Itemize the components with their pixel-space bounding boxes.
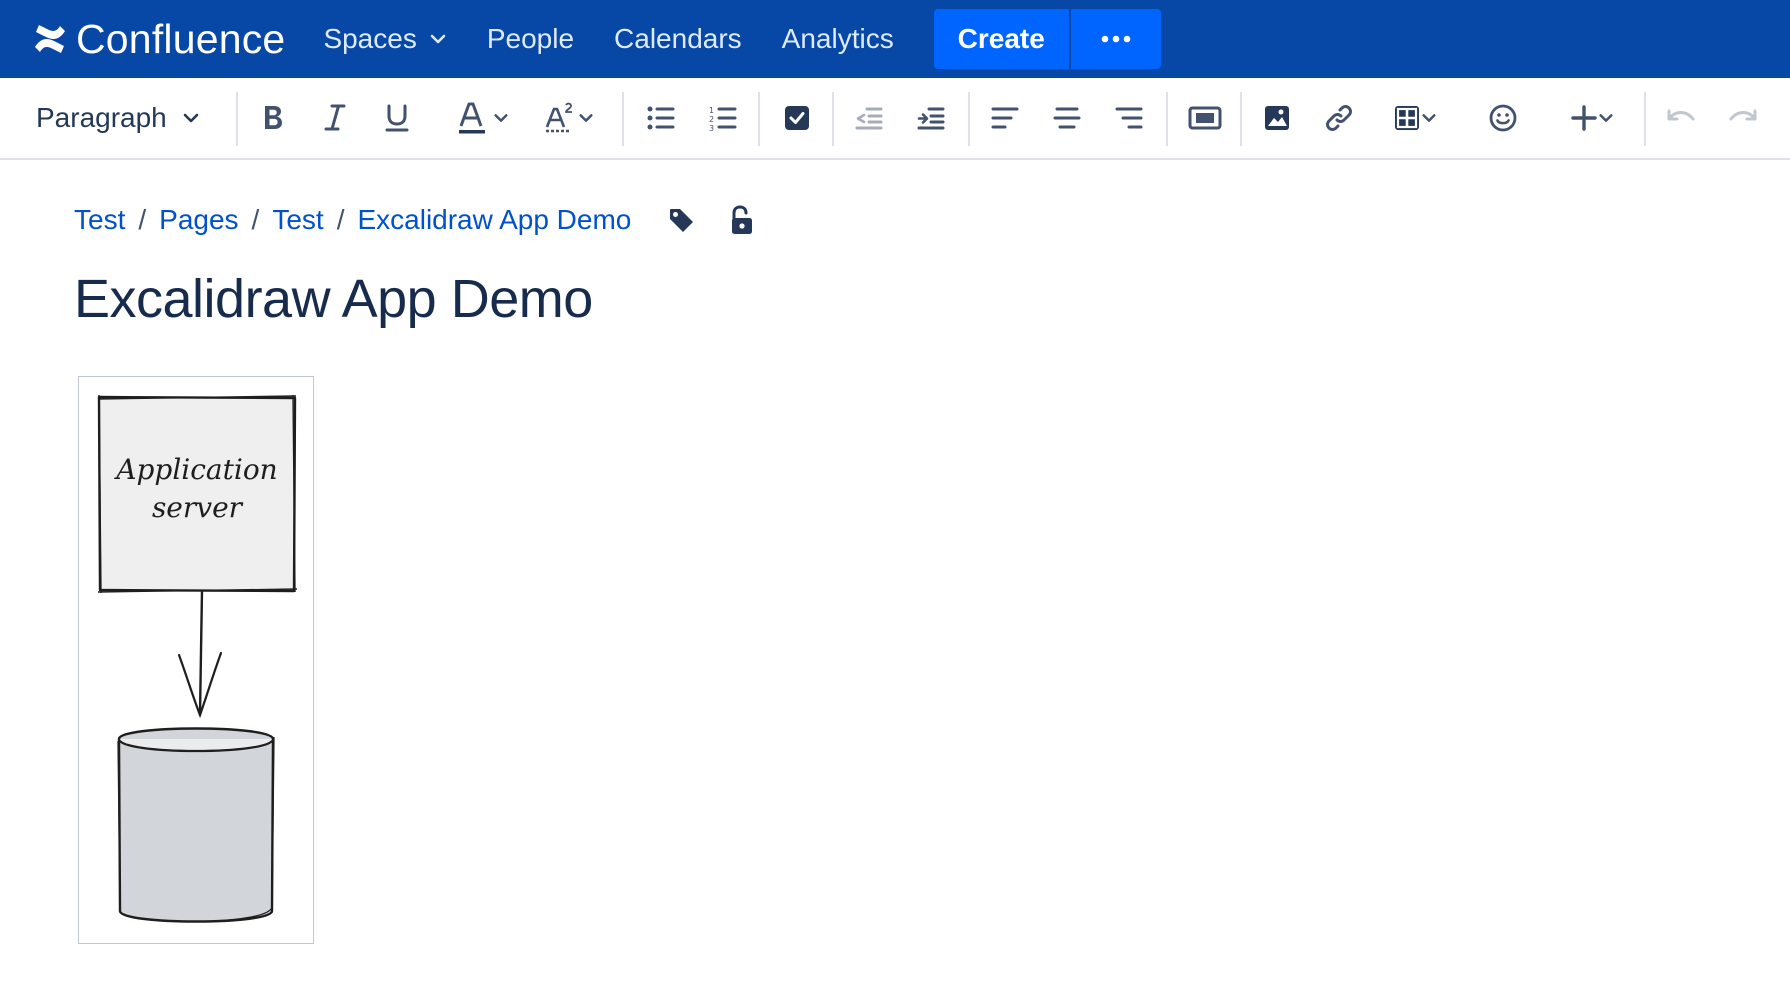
svg-text:1: 1 (709, 106, 714, 115)
nav-calendars-label: Calendars (614, 23, 742, 54)
page-layout-button[interactable] (1184, 78, 1226, 158)
chevron-down-icon (494, 114, 508, 122)
more-dots-icon (1101, 35, 1131, 43)
align-left-button[interactable] (984, 78, 1026, 158)
breadcrumb-space[interactable]: Test (74, 204, 125, 236)
insert-link-button[interactable] (1318, 78, 1360, 158)
insert-table-dropdown[interactable] (1380, 78, 1450, 158)
align-right-button[interactable] (1108, 78, 1150, 158)
breadcrumb-separator: / (138, 204, 147, 235)
nav-analytics[interactable]: Analytics (762, 0, 914, 78)
undo-button[interactable] (1660, 78, 1702, 158)
toolbar-divider (968, 92, 970, 146)
more-actions-button[interactable] (1070, 9, 1161, 69)
svg-text:3: 3 (709, 124, 714, 131)
italic-icon (324, 104, 346, 131)
bold-icon (265, 106, 282, 129)
chevron-down-icon (1422, 114, 1436, 122)
toolbar-divider (622, 92, 624, 146)
toolbar-divider (758, 92, 760, 146)
breadcrumb-parent[interactable]: Test (272, 204, 323, 236)
labels-button[interactable] (667, 206, 695, 234)
indent-button[interactable] (910, 78, 952, 158)
chevron-down-icon (579, 114, 593, 122)
more-formatting-dropdown[interactable] (536, 78, 602, 158)
more-formatting-icon (545, 102, 572, 133)
toolbar-divider (236, 92, 238, 146)
task-list-button[interactable] (776, 78, 818, 158)
align-center-icon (1053, 107, 1081, 129)
align-center-button[interactable] (1046, 78, 1088, 158)
align-left-icon (991, 107, 1019, 129)
toolbar-divider (1644, 92, 1646, 146)
text-color-dropdown[interactable] (448, 78, 518, 158)
toolbar-divider (1240, 92, 1242, 146)
insert-more-dropdown[interactable] (1560, 78, 1624, 158)
checkbox-checked-icon (785, 106, 809, 130)
table-icon (1395, 106, 1419, 130)
svg-text:2: 2 (709, 115, 714, 124)
outdent-button[interactable] (848, 78, 890, 158)
tag-icon (670, 209, 694, 232)
nav-spaces-label: Spaces (323, 23, 417, 54)
numbered-list-button[interactable]: 1 2 3 (702, 78, 744, 158)
nav-people-label: People (486, 23, 575, 54)
redo-icon (1729, 109, 1757, 121)
underline-icon (385, 104, 409, 132)
breadcrumb-current-page[interactable]: Excalidraw App Demo (357, 204, 631, 236)
insert-image-button[interactable] (1256, 78, 1298, 158)
editor-toolbar: Paragraph 1 2 3 (0, 78, 1790, 160)
align-right-icon (1115, 107, 1143, 129)
toolbar-divider (832, 92, 834, 146)
emoji-icon (1489, 104, 1517, 132)
link-icon (1326, 105, 1352, 131)
confluence-logo[interactable]: Confluence (32, 16, 285, 63)
paragraph-style-dropdown[interactable]: Paragraph (22, 78, 222, 158)
nav-analytics-label: Analytics (781, 23, 894, 54)
plus-icon (1571, 105, 1597, 131)
redo-button[interactable] (1722, 78, 1764, 158)
undo-icon (1667, 109, 1695, 121)
unlock-icon (732, 205, 753, 234)
chevron-down-icon (1599, 114, 1613, 122)
numbered-list-icon: 1 2 3 (709, 106, 737, 131)
bold-button[interactable] (252, 78, 294, 158)
image-icon (1265, 106, 1289, 130)
page-title[interactable]: Excalidraw App Demo (74, 268, 593, 330)
excalidraw-diagram[interactable]: Application server (78, 376, 314, 944)
underline-button[interactable] (376, 78, 418, 158)
breadcrumb-pages[interactable]: Pages (159, 204, 238, 236)
italic-button[interactable] (314, 78, 356, 158)
breadcrumb-separator: / (336, 204, 345, 235)
database-cylinder (117, 727, 275, 923)
restrictions-button[interactable] (727, 204, 755, 236)
chevron-down-icon (430, 34, 446, 44)
server-label-line2: server (151, 491, 243, 524)
bullet-list-button[interactable] (640, 78, 682, 158)
bullet-list-icon (647, 106, 675, 130)
create-group: Create (933, 9, 1161, 69)
breadcrumb-separator: / (251, 204, 260, 235)
outdent-icon (855, 107, 883, 130)
nav-calendars[interactable]: Calendars (594, 0, 762, 78)
text-color-icon (459, 102, 485, 134)
nav-spaces[interactable]: Spaces (303, 0, 466, 78)
confluence-logo-icon (35, 25, 65, 53)
indent-icon (917, 107, 945, 130)
chevron-down-icon (183, 113, 199, 123)
nav-people[interactable]: People (467, 0, 594, 78)
paragraph-style-label: Paragraph (36, 102, 167, 133)
breadcrumb: Test / Pages / Test / Excalidraw App Dem… (74, 200, 755, 240)
arrow-line (198, 589, 204, 717)
top-navigation: Confluence Spaces People Calendars Analy… (0, 0, 1790, 78)
page-layout-icon (1188, 106, 1222, 130)
app-name: Confluence (76, 15, 286, 62)
create-button[interactable]: Create (933, 9, 1069, 69)
server-label-line1: Application (116, 453, 278, 486)
emoji-button[interactable] (1482, 78, 1524, 158)
toolbar-divider (1166, 92, 1168, 146)
